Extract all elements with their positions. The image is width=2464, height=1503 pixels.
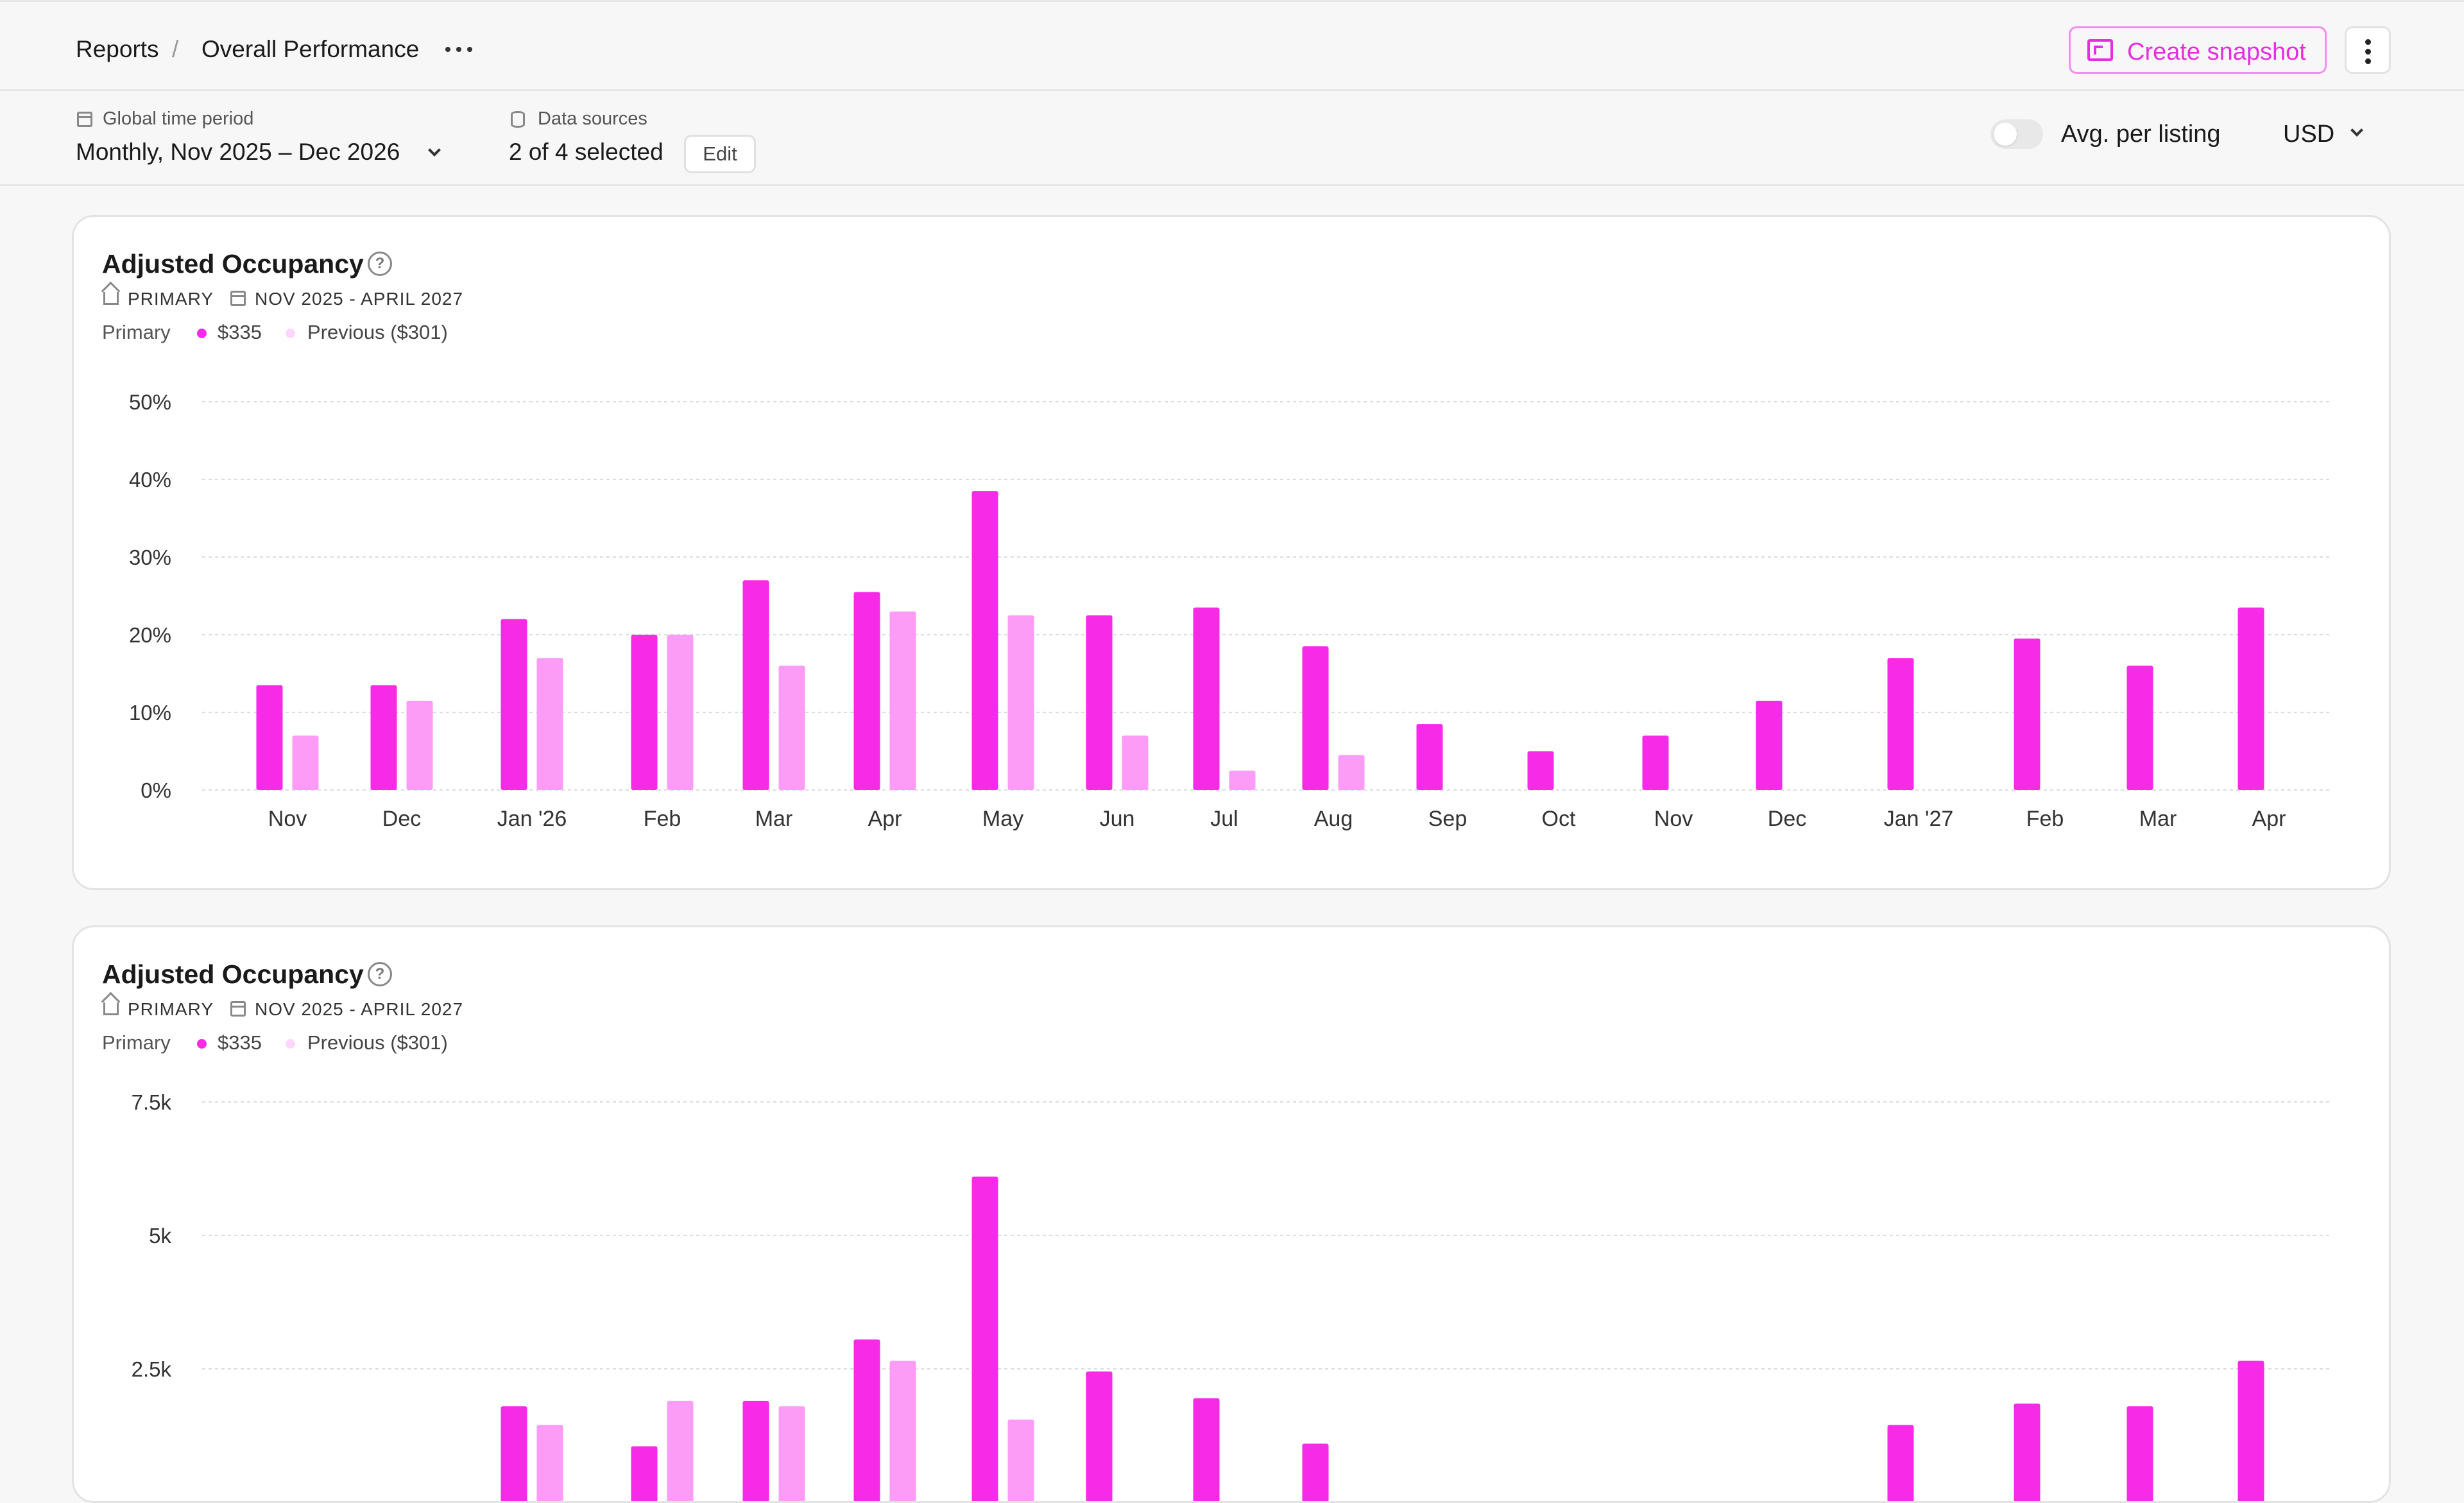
ellipsis-icon[interactable] bbox=[443, 34, 475, 62]
snapshot-icon bbox=[2087, 39, 2113, 61]
bar-primary bbox=[1756, 700, 1783, 790]
bar-previous bbox=[1122, 735, 1149, 790]
bar-primary bbox=[2126, 1406, 2153, 1501]
bar-primary bbox=[631, 635, 658, 790]
y-tick-label: 2.5k bbox=[132, 1357, 172, 1381]
bar-primary bbox=[1887, 1425, 1914, 1501]
y-tick-label: 5k bbox=[149, 1224, 171, 1248]
x-tick-label: Feb bbox=[2026, 807, 2064, 831]
toggle-knob bbox=[1994, 123, 2017, 146]
bar-primary bbox=[370, 685, 397, 790]
bar-primary bbox=[501, 619, 527, 790]
bar-previous bbox=[1229, 770, 1256, 790]
bar-primary bbox=[971, 491, 998, 790]
x-tick-label: Jan '27 bbox=[1884, 807, 1954, 831]
bar-primary bbox=[2237, 607, 2264, 790]
x-tick-label: May bbox=[982, 807, 1023, 831]
time-period-label: Global time period bbox=[103, 108, 254, 129]
bar-primary bbox=[1086, 615, 1113, 790]
y-tick-label: 0% bbox=[141, 778, 171, 802]
x-tick-label: Apr bbox=[2252, 807, 2286, 831]
bar-primary bbox=[501, 1406, 527, 1501]
x-tick-label: Jul bbox=[1210, 807, 1238, 831]
x-tick-label: Mar bbox=[2139, 807, 2177, 831]
bar-previous bbox=[667, 1400, 694, 1501]
bar-primary bbox=[853, 1339, 880, 1501]
bar-primary bbox=[1086, 1371, 1113, 1501]
bar-primary bbox=[256, 685, 283, 790]
bar-previous bbox=[1007, 615, 1034, 790]
bar-previous bbox=[536, 1425, 563, 1501]
bar-primary bbox=[742, 580, 769, 790]
bar-primary bbox=[2126, 666, 2153, 790]
bar-previous bbox=[889, 611, 916, 790]
bar-primary bbox=[631, 1446, 658, 1501]
x-tick-label: Dec bbox=[382, 807, 421, 831]
x-tick-label: Aug bbox=[1314, 807, 1353, 831]
top-bar: Reports / Overall Performance Create sna… bbox=[0, 0, 2464, 91]
y-tick-label: 10% bbox=[129, 701, 171, 725]
bar-chart: 0% 10% 20% 30% 40% 50% Nov Dec Jan '26 Feb Mar Apr M… bbox=[129, 390, 2331, 831]
y-tick-label: 20% bbox=[129, 623, 171, 647]
bar-primary bbox=[1642, 735, 1669, 790]
x-tick-label: Nov bbox=[1654, 807, 1693, 831]
bar-previous bbox=[292, 735, 319, 790]
bar-chart: 2.5k 5k 7.5k bbox=[132, 1090, 2331, 1501]
bar-primary bbox=[1193, 1398, 1220, 1501]
breadcrumb-separator: / bbox=[172, 36, 179, 62]
database-icon bbox=[511, 111, 525, 128]
x-tick-label: Feb bbox=[644, 807, 681, 831]
bar-primary bbox=[2237, 1361, 2264, 1501]
kebab-menu-icon[interactable] bbox=[2345, 26, 2391, 74]
x-tick-label: Sep bbox=[1428, 807, 1467, 831]
chart-card: Adjusted Occupancy ? PRIMARY NOV 2025 - … bbox=[72, 215, 2391, 890]
bar-previous bbox=[536, 658, 563, 790]
x-tick-label: Jun bbox=[1100, 807, 1135, 831]
bar-previous bbox=[778, 1406, 805, 1501]
x-tick-label: Oct bbox=[1542, 807, 1576, 831]
bar-primary bbox=[1416, 724, 1443, 790]
create-snapshot-button[interactable]: Create snapshot bbox=[2069, 26, 2327, 74]
y-tick-label: 7.5k bbox=[132, 1090, 172, 1114]
bar-primary bbox=[1887, 658, 1914, 790]
calendar-icon bbox=[77, 112, 92, 127]
bar-primary bbox=[1527, 751, 1554, 790]
data-sources-label: Data sources bbox=[538, 108, 647, 129]
breadcrumb-reports[interactable]: Reports bbox=[76, 35, 159, 64]
page-title: Overall Performance bbox=[201, 36, 420, 62]
data-sources-value: 2 of 4 selected bbox=[509, 139, 663, 165]
x-tick-label: Nov bbox=[268, 807, 307, 831]
avg-per-listing-toggle[interactable] bbox=[1990, 119, 2043, 149]
bar-previous bbox=[778, 666, 805, 790]
bar-previous bbox=[889, 1361, 916, 1501]
time-period-select[interactable]: Monthly, Nov 2025 – Dec 2026 bbox=[76, 138, 400, 166]
chart-card: Adjusted Occupancy ? PRIMARY NOV 2025 - … bbox=[72, 925, 2391, 1503]
bar-previous bbox=[667, 635, 694, 790]
currency-select[interactable]: USD bbox=[2283, 120, 2334, 148]
create-snapshot-label: Create snapshot bbox=[2127, 39, 2306, 65]
bar-primary bbox=[742, 1400, 769, 1501]
x-tick-label: Dec bbox=[1768, 807, 1806, 831]
avg-per-listing-label: Avg. per listing bbox=[2061, 121, 2221, 148]
chevron-down-icon[interactable] bbox=[428, 144, 441, 157]
bar-primary bbox=[853, 592, 880, 790]
bar-primary bbox=[2014, 1404, 2041, 1501]
bar-primary bbox=[1302, 1443, 1329, 1501]
bar-primary bbox=[2014, 639, 2041, 790]
bar-primary bbox=[1302, 646, 1329, 790]
bar-primary bbox=[1193, 607, 1220, 790]
bar-previous bbox=[1007, 1420, 1034, 1501]
x-tick-label: Jan '26 bbox=[497, 807, 567, 831]
bar-previous bbox=[1338, 755, 1365, 790]
bar-primary bbox=[971, 1176, 998, 1501]
edit-sources-button[interactable]: Edit bbox=[684, 135, 756, 173]
bar-previous bbox=[406, 700, 433, 790]
y-tick-label: 40% bbox=[129, 468, 171, 492]
x-tick-label: Apr bbox=[868, 807, 902, 831]
y-tick-label: 50% bbox=[129, 390, 171, 414]
y-tick-label: 30% bbox=[129, 545, 171, 569]
x-tick-label: Mar bbox=[755, 807, 793, 831]
